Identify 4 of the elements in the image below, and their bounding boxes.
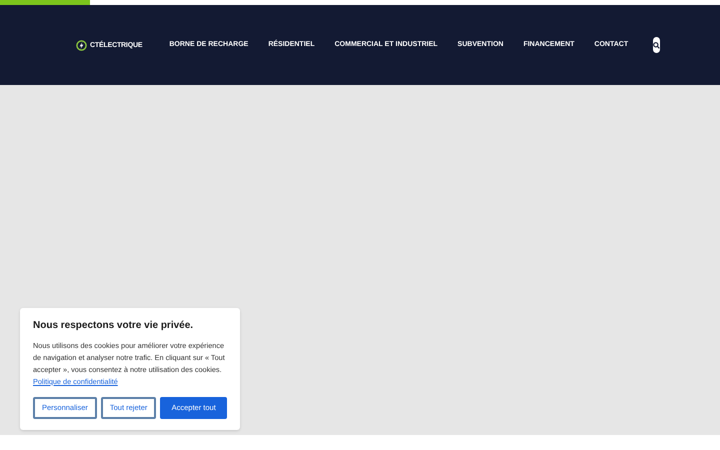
search-button[interactable]	[653, 37, 660, 53]
search-icon	[653, 42, 660, 48]
cookie-title: Nous respectons votre vie privée.	[33, 319, 194, 333]
lightning-bolt-icon	[76, 40, 87, 50]
